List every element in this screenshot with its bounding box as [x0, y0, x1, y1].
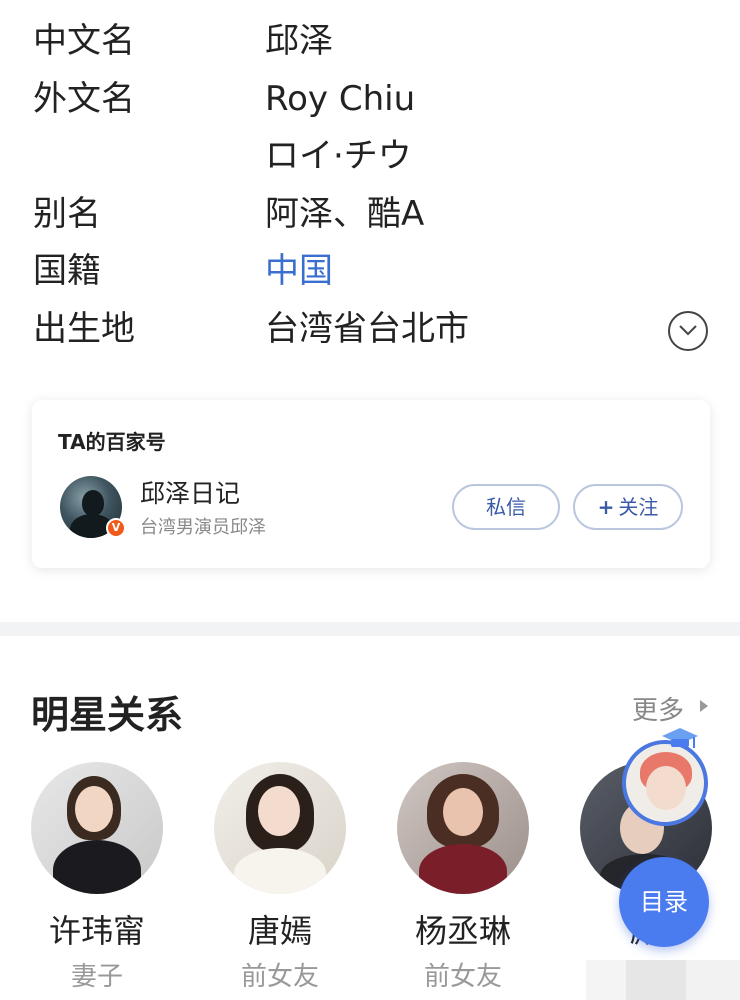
baijiahao-card: TA的百家号 V 邱泽日记 台湾男演员邱泽 私信 + 关注: [32, 400, 710, 568]
toc-button[interactable]: 目录: [619, 857, 709, 947]
chevron-right-icon[interactable]: [700, 700, 708, 712]
info-row-alias: 别名 阿泽、酷A: [0, 187, 740, 241]
person-photo[interactable]: [397, 762, 529, 894]
info-row-nationality: 国籍 中国: [0, 244, 740, 298]
message-button[interactable]: 私信: [452, 484, 560, 530]
person-relation: 前女友: [240, 962, 319, 992]
section-divider: [0, 622, 740, 636]
message-label: 私信: [486, 495, 526, 519]
info-value: 阿泽、酷A: [265, 194, 425, 234]
info-row-birthplace: 出生地 台湾省台北市: [0, 302, 740, 356]
person-photo[interactable]: [214, 762, 346, 894]
info-value: 邱泽: [265, 21, 333, 61]
plus-icon: +: [597, 495, 615, 519]
info-label: 别名: [33, 194, 101, 234]
avatar-silhouette: [82, 490, 104, 516]
graduation-cap-icon: [662, 728, 698, 748]
info-row-chinese-name: 中文名 邱泽: [0, 14, 740, 68]
info-row-foreign-name: 外文名 Roy Chiu: [0, 72, 740, 126]
relation-person[interactable]: 许玮甯 妻子: [31, 762, 163, 1000]
relation-person[interactable]: 杨丞琳 前女友: [397, 762, 529, 1000]
info-label: 中文名: [33, 21, 135, 61]
chevron-down-icon: [679, 325, 697, 336]
card-title: TA的百家号: [58, 430, 166, 454]
faded-overlay: [586, 960, 626, 1000]
person-relation: 妻子: [70, 962, 123, 992]
info-row-foreign-name-alt: ロイ·チウ: [0, 129, 740, 183]
info-value: 台湾省台北市: [265, 309, 469, 349]
follow-button[interactable]: + 关注: [573, 484, 683, 530]
person-name: 许玮甯: [48, 912, 145, 950]
info-label: 出生地: [33, 309, 135, 349]
follow-label: 关注: [618, 495, 659, 519]
more-link[interactable]: 更多: [632, 690, 684, 727]
basic-info-panel: 中文名 邱泽 外文名 Roy Chiu ロイ·チウ 别名 阿泽、酷A 国籍 中国…: [0, 0, 740, 370]
account-name[interactable]: 邱泽日记: [140, 474, 240, 510]
info-value: ロイ·チウ: [265, 136, 412, 176]
expand-info-button[interactable]: [668, 311, 708, 351]
person-name: 唐嫣: [247, 912, 312, 950]
info-value: Roy Chiu: [265, 79, 416, 119]
faded-overlay: [686, 960, 740, 1000]
verified-badge: V: [106, 518, 126, 538]
avatar-face: [646, 766, 686, 810]
account-description: 台湾男演员邱泽: [140, 517, 266, 538]
info-label: 国籍: [33, 251, 101, 291]
faded-overlay: [626, 960, 686, 1000]
floating-assistant-avatar[interactable]: [622, 740, 708, 826]
nationality-link[interactable]: 中国: [265, 244, 333, 298]
person-name: 杨丞琳: [414, 912, 511, 950]
person-relation: 前女友: [423, 962, 502, 992]
relation-person[interactable]: 唐嫣 前女友: [214, 762, 346, 1000]
info-label: 外文名: [33, 79, 135, 119]
person-photo[interactable]: [31, 762, 163, 894]
relations-title: 明星关系: [31, 693, 184, 737]
